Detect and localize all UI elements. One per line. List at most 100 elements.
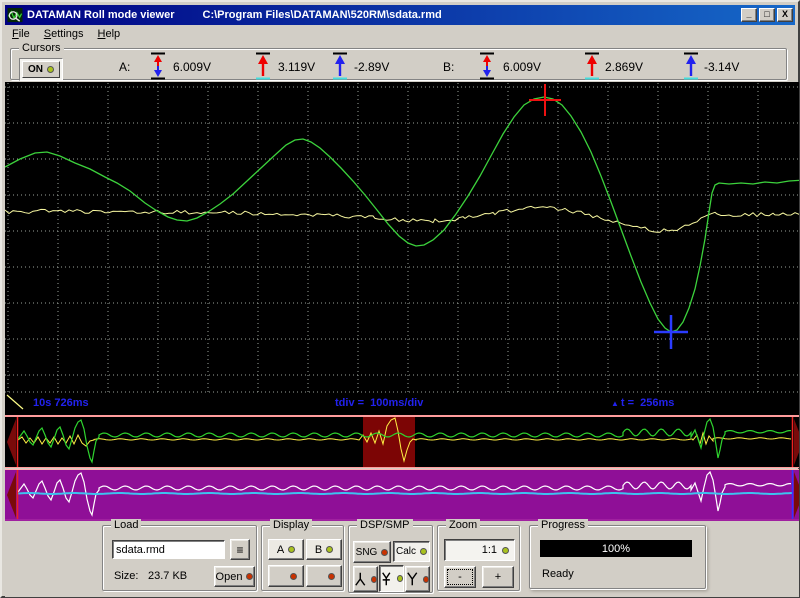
trace-exit-mark: [5, 394, 35, 414]
cursors-on-led-icon: [47, 66, 54, 73]
control-panel: Load ≡ Size: 23.7 KB Open Display A B: [5, 521, 799, 597]
overview-strip-1-canvas[interactable]: [5, 417, 799, 467]
delta-icon: ▲: [611, 399, 619, 408]
list-icon: ≡: [236, 543, 243, 557]
menu-bar: File Settings Help: [5, 26, 795, 43]
zoom-group: Zoom 1:1 - +: [437, 525, 520, 591]
zoom-in-label: +: [495, 571, 501, 583]
focus-rect: [447, 569, 473, 585]
cursor-a-label: A:: [119, 60, 130, 74]
progress-bar: 100%: [540, 540, 692, 557]
zoom-ratio-readout: 1:1: [444, 539, 515, 561]
overview-strip-channel: [5, 415, 799, 468]
timebase-readout: tdiv = 100ms/div: [335, 397, 423, 409]
low-level-arrow-icon: [681, 52, 701, 80]
probe-mode-1-led-icon: [371, 576, 377, 583]
dsp-smp-group-label: DSP/SMP: [357, 519, 413, 531]
calc-button[interactable]: Calc: [393, 541, 430, 562]
single-shot-label: SNG: [356, 547, 378, 558]
right-marker-icon[interactable]: [794, 472, 799, 518]
cursor-a-pp-value: 6.009V: [173, 60, 211, 74]
status-text: Ready: [542, 568, 574, 580]
cursor-b-label: B:: [443, 60, 454, 74]
filename-input[interactable]: [112, 540, 225, 559]
size-value: 23.7 KB: [148, 570, 187, 582]
app-icon: [7, 8, 23, 23]
open-button-label: Open: [216, 571, 243, 583]
delta-time-readout: ▲t = 256ms: [611, 397, 674, 409]
scope-canvas[interactable]: [5, 83, 799, 394]
calc-led-icon: [420, 548, 427, 555]
probe-mode-1-button[interactable]: [353, 566, 378, 592]
single-shot-button[interactable]: SNG: [353, 541, 391, 563]
low-level-arrow-icon: [330, 52, 350, 80]
display-group-label: Display: [270, 519, 312, 531]
cursors-on-well: ON: [19, 58, 63, 81]
open-led-icon: [246, 573, 253, 580]
cursors-panel: Cursors ON A: 6.009V 3.119V: [5, 43, 795, 82]
cursors-on-button[interactable]: ON: [22, 61, 60, 78]
display-b-button[interactable]: B: [306, 539, 342, 560]
close-icon[interactable]: X: [777, 8, 793, 22]
zoom-in-button[interactable]: +: [482, 566, 514, 588]
display-a-label: A: [277, 544, 284, 556]
display-a-led-icon: [288, 546, 295, 553]
cursors-group-label: Cursors: [19, 42, 64, 54]
window-file-path: C:\Program Files\DATAMAN\520RM\sdata.rmd: [203, 9, 442, 21]
probe-fork-mid-icon: [380, 571, 393, 587]
probe-mode-2-led-icon: [397, 575, 403, 582]
cursor-a-low-value: -2.89V: [354, 60, 389, 74]
left-marker-icon[interactable]: [7, 419, 16, 465]
app-window: DATAMAN Roll mode viewer C:\Program File…: [0, 0, 800, 598]
size-label: Size:: [114, 570, 138, 582]
probe-mode-3-button[interactable]: [405, 566, 430, 592]
peak-to-peak-arrow-icon: [477, 52, 497, 80]
menu-help[interactable]: Help: [91, 27, 128, 42]
elapsed-time-readout: 10s 726ms: [33, 397, 89, 409]
display-aux2-led-icon: [328, 573, 335, 580]
overview-strip-2-canvas[interactable]: [5, 470, 799, 520]
title-bar: DATAMAN Roll mode viewer C:\Program File…: [5, 5, 795, 25]
display-aux1-led-icon: [290, 573, 297, 580]
file-list-button[interactable]: ≡: [230, 539, 250, 560]
maximize-icon[interactable]: □: [759, 8, 775, 22]
zoom-out-button[interactable]: -: [444, 566, 476, 588]
strip-trace-flat: [18, 493, 792, 494]
probe-fork-down-icon: [354, 571, 367, 587]
dsp-smp-group: DSP/SMP SNG Calc: [348, 525, 433, 593]
display-b-label: B: [315, 544, 322, 556]
overview-strip-reference: [5, 469, 799, 521]
probe-mode-2-button[interactable]: [379, 565, 404, 592]
high-level-arrow-icon: [582, 52, 602, 80]
channel-a-trace: [5, 97, 799, 332]
peak-to-peak-arrow-icon: [148, 52, 168, 80]
single-shot-led-icon: [381, 549, 388, 556]
selection-region[interactable]: [363, 417, 415, 467]
probe-fork-up-icon: [406, 571, 419, 587]
calc-label: Calc: [396, 546, 416, 557]
cursor-a-high-value: 3.119V: [278, 60, 315, 74]
menu-file[interactable]: File: [5, 27, 37, 42]
channel-b-trace: [5, 206, 799, 232]
left-marker-icon[interactable]: [7, 472, 16, 518]
cursors-groupbox: Cursors ON A: 6.009V 3.119V: [10, 48, 787, 80]
progress-group: Progress 100% Ready: [529, 525, 706, 589]
zoom-led-icon: [502, 547, 509, 554]
display-aux1-button[interactable]: [268, 565, 304, 587]
open-button[interactable]: Open: [214, 566, 255, 587]
right-marker-icon[interactable]: [794, 419, 799, 465]
display-a-button[interactable]: A: [268, 539, 304, 560]
display-group: Display A B: [261, 525, 344, 591]
scope-display: 10s 726ms tdiv = 100ms/div ▲t = 256ms: [5, 82, 799, 415]
cursors-on-label: ON: [28, 64, 43, 75]
zoom-group-label: Zoom: [446, 519, 480, 531]
progress-group-label: Progress: [538, 519, 588, 531]
display-aux2-button[interactable]: [306, 565, 342, 587]
scope-status-bar: 10s 726ms tdiv = 100ms/div ▲t = 256ms: [5, 394, 799, 415]
load-group-label: Load: [111, 519, 141, 531]
menu-settings[interactable]: Settings: [37, 27, 91, 42]
minimize-icon[interactable]: _: [741, 8, 757, 22]
progress-percent: 100%: [602, 543, 630, 555]
zoom-ratio-value: 1:1: [482, 544, 497, 556]
load-group: Load ≡ Size: 23.7 KB Open: [102, 525, 257, 591]
